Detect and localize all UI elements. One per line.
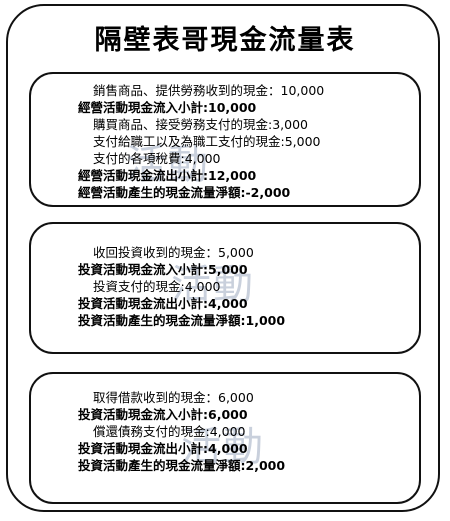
subtotal-line: 投資活動現金流入小計:6,000 [78, 407, 248, 422]
subtotal-line: 投資活動現金流出小計:4,000 [78, 296, 248, 311]
subtotal-line: 投資活動現金流出小計:4,000 [78, 441, 248, 456]
subtotal-line: 投資活動現金流入小計:5,000 [78, 262, 248, 277]
line-item: 支付的各項稅費:4,000 [93, 151, 221, 166]
net-amount-line: 經營活動產生的現金流量淨額:-2,000 [78, 185, 291, 200]
subtotal-line: 經營活動現金流出小計:12,000 [78, 168, 257, 183]
financing-activities-section: 活動 取得借款收到的現金：6,000 投資活動現金流入小計:6,000 償還債務… [29, 372, 421, 504]
line-item: 購買商品、接受勞務支付的現金:3,000 [93, 117, 308, 132]
line-item: 取得借款收到的現金：6,000 [93, 390, 254, 405]
line-item: 支付給職工以及為職工支付的現金:5,000 [93, 134, 321, 149]
net-amount-line: 投資活動產生的現金流量淨額:1,000 [78, 313, 286, 328]
net-amount-line: 投資活動產生的現金流量淨額:2,000 [78, 458, 286, 473]
line-item: 投資支付的現金:4,000 [93, 279, 221, 294]
page-title: 隔壁表哥現金流量表 [94, 25, 356, 56]
section-lines: 取得借款收到的現金：6,000 投資活動現金流入小計:6,000 償還債務支付的… [31, 374, 419, 474]
line-item: 銷售商品、提供勞務收到的現金：10,000 [93, 83, 325, 98]
subtotal-line: 經營活動現金流入小計:10,000 [78, 100, 257, 115]
line-item: 收回投資收到的現金：5,000 [93, 245, 254, 260]
section-lines: 收回投資收到的現金：5,000 投資活動現金流入小計:5,000 投資支付的現金… [31, 224, 419, 329]
operating-activities-section: 活動 銷售商品、提供勞務收到的現金：10,000 經營活動現金流入小計:10,0… [29, 72, 421, 207]
line-item: 償還債務支付的現金:4,000 [93, 424, 246, 439]
investing-activities-section: 活動 收回投資收到的現金：5,000 投資活動現金流入小計:5,000 投資支付… [29, 222, 421, 354]
section-lines: 銷售商品、提供勞務收到的現金：10,000 經營活動現金流入小計:10,000 … [31, 74, 419, 201]
